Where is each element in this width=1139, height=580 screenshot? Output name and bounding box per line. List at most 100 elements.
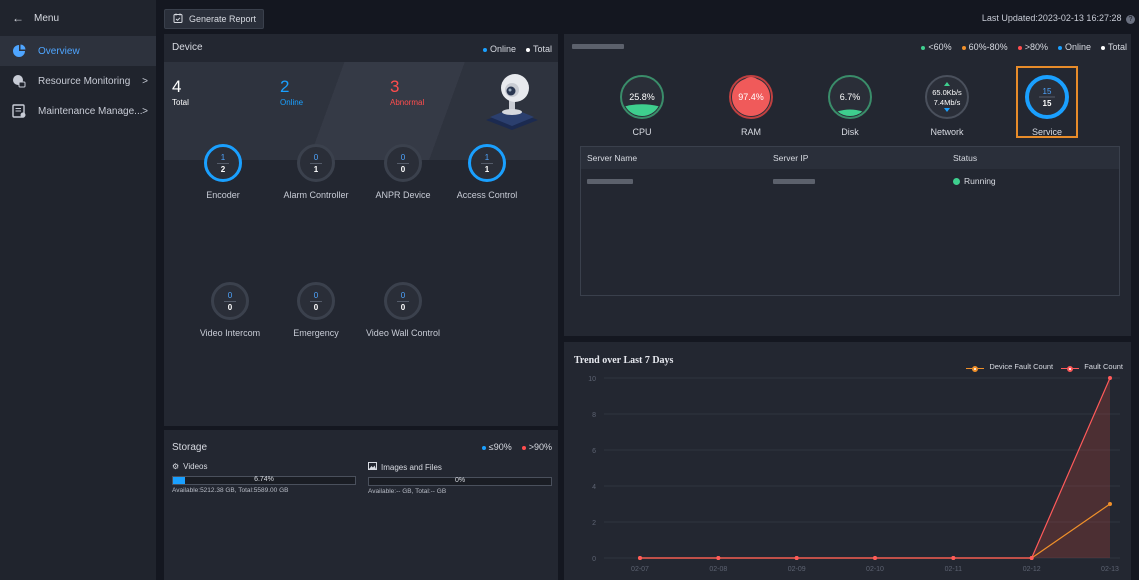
cpu-gauge-graphic: 25.8% [620,75,664,119]
disk-value: 6.7% [840,92,861,102]
videos-percent: 6.74% [254,476,274,483]
sidebar: ← Menu Overview Resource Monitoring > Ma… [0,0,156,580]
images-label: Images and Files [381,462,442,472]
sidebar-item-resource-monitoring[interactable]: Resource Monitoring > [0,66,156,96]
device-name: ANPR Device [375,190,431,200]
stat-abnormal-label: Abnormal [390,98,425,107]
camera-illustration [486,74,538,130]
device-card-emergency[interactable]: 0 0 Emergency [271,282,361,338]
table-row[interactable]: Running [581,169,1119,193]
videos-label: Videos [183,462,208,471]
server-table: Server Name Server IP Status Running [580,146,1120,296]
device-card-encoder[interactable]: 1 2 Encoder [178,144,268,200]
legend-total: Total [1100,42,1127,52]
sidebar-item-label: Resource Monitoring [38,75,131,87]
legend-low: ≤90% [481,442,512,452]
col-status[interactable]: Status [947,153,977,163]
device-ring: 1 2 [204,144,242,182]
server-title-redacted [572,44,624,49]
menu-toggle[interactable]: ← Menu [0,0,156,36]
col-server-name[interactable]: Server Name [581,153,767,163]
stat-total: 4 Total [172,77,189,108]
device-name: Access Control [456,190,518,200]
device-card-anpr[interactable]: 0 0 ANPR Device [358,144,448,200]
legend-lt60: <60% [921,42,952,52]
images-available: Available:-- GB, Total:-- GB [368,488,447,495]
x-tick-label: 02-10 [866,566,884,573]
legend-gt80: >80% [1017,42,1048,52]
stat-online-value: 2 [280,77,290,96]
images-percent: 0% [454,477,466,484]
device-card-alarm-controller[interactable]: 0 1 Alarm Controller [271,144,361,200]
ram-gauge[interactable]: 97.4% RAM [724,74,778,137]
y-tick-label: 8 [592,412,596,419]
device-card-video-wall-control[interactable]: 0 0 Video Wall Control [358,282,448,338]
ram-value: 97.4% [738,92,764,102]
server-name-redacted [587,179,633,184]
data-point [1108,502,1112,506]
device-name: Alarm Controller [283,190,349,200]
x-tick-label: 02-08 [709,566,727,573]
menu-label: Menu [34,12,60,24]
overview-icon [12,44,26,58]
stat-total-value: 4 [172,77,182,96]
video-icon: ⚙ [172,462,180,471]
back-arrow-icon[interactable]: ← [12,11,24,25]
monitor-icon [12,74,26,88]
legend-total: Total [525,44,552,54]
legend-mid: 60%-80% [961,42,1008,52]
cpu-gauge[interactable]: 25.8% CPU [615,74,669,137]
col-server-ip[interactable]: Server IP [767,153,947,163]
disk-gauge-graphic: 6.7% [828,75,872,119]
server-panel: <60% 60%-80% >80% Online Total 25.8% CPU… [564,34,1131,336]
service-total: 15 [1043,99,1052,108]
last-updated-text: Last Updated:2023-02-13 16:27:28 [981,13,1122,23]
ram-gauge-graphic: 97.4% [729,75,773,119]
data-point [1029,556,1034,560]
sidebar-item-overview[interactable]: Overview [0,36,156,66]
device-card-video-intercom[interactable]: 0 0 Video Intercom [185,282,275,338]
network-gauge-graphic: 65.0Kb/s 7.4Mb/s [925,75,969,119]
disk-gauge[interactable]: 6.7% Disk [823,74,877,137]
trend-chart: 0 2 4 6 8 10 02-07 02-08 02-09 02-10 02-11 02-12 02-… [588,376,1120,573]
x-tick-label: 02-07 [631,566,649,573]
device-name: Video Intercom [199,328,261,338]
legend-online: Online [482,44,516,54]
stat-online: 2 Online [280,77,303,108]
data-point [794,556,799,560]
device-ring: 0 0 [297,282,335,320]
help-icon[interactable]: ? [1126,15,1135,24]
device-name: Video Wall Control [365,328,441,338]
storage-videos: ⚙ Videos 6.74% Available:5212.38 GB, Tota… [172,462,356,494]
device-legend: Online Total [482,44,552,54]
running-status-icon [953,178,960,186]
service-online: 15 [1043,87,1052,96]
service-gauge[interactable]: 15 15 Service [1020,74,1074,137]
sidebar-item-maintenance[interactable]: Maintenance Manage... > [0,96,156,126]
data-point [873,556,877,560]
device-ring: 0 0 [211,282,249,320]
generate-report-button[interactable]: Generate Report [164,9,264,29]
data-point [638,556,642,560]
y-tick-label: 6 [592,448,596,455]
cpu-value: 25.8% [629,92,655,102]
sidebar-item-label: Maintenance Manage... [38,105,143,117]
device-card-access-control[interactable]: 1 1 Access Control [442,144,532,200]
legend-online: Online [1057,42,1091,52]
images-progress-bar: 0% [368,477,552,486]
y-tick-label: 4 [592,484,596,491]
device-ring: 0 0 [384,282,422,320]
stat-total-label: Total [172,98,189,107]
network-gauge[interactable]: 65.0Kb/s 7.4Mb/s Network [920,74,974,137]
status-text: Running [964,176,996,186]
service-label: Service [1031,127,1062,137]
fault-area [640,378,1110,558]
server-ip-redacted [773,179,815,184]
y-tick-label: 2 [592,520,596,527]
status-cell: Running [947,176,996,186]
network-up: 65.0Kb/s [932,88,962,97]
device-ring: 0 0 [384,144,422,182]
y-tick-label: 0 [592,556,596,563]
series-line-fault [640,377,1111,559]
cpu-label: CPU [632,127,652,137]
